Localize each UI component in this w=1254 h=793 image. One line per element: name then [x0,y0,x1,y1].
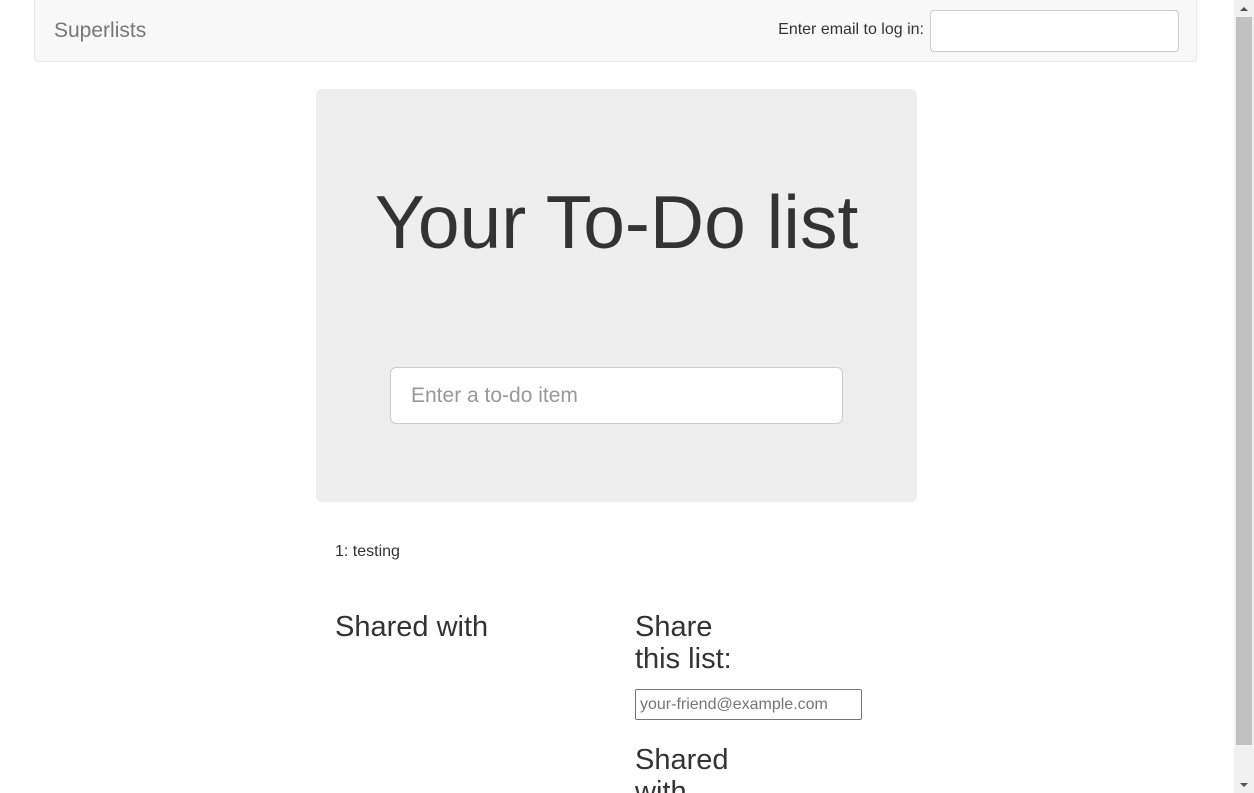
page-title: Your To-Do list [374,180,859,264]
new-item-input[interactable] [390,367,843,424]
login-label: Enter email to log in: [778,21,924,38]
jumbotron: Your To-Do list [316,89,917,502]
brand-link[interactable]: Superlists [54,19,146,43]
login-email-input[interactable] [930,10,1179,52]
scroll-down-arrow-icon[interactable] [1234,776,1254,793]
vertical-scrollbar[interactable] [1234,0,1254,793]
list-item: 1: testing [335,543,400,560]
share-list-heading: Share this list: [635,611,732,675]
share-email-input[interactable] [635,689,862,720]
page: Superlists Enter email to log in: Your T… [0,0,1254,793]
scroll-up-arrow-icon[interactable] [1234,0,1254,17]
shared-with-heading: Shared with [335,611,489,643]
navbar: Superlists Enter email to log in: [34,0,1197,62]
shared-with-heading-secondary: Shared with [635,744,729,793]
scrollbar-thumb[interactable] [1236,17,1252,745]
